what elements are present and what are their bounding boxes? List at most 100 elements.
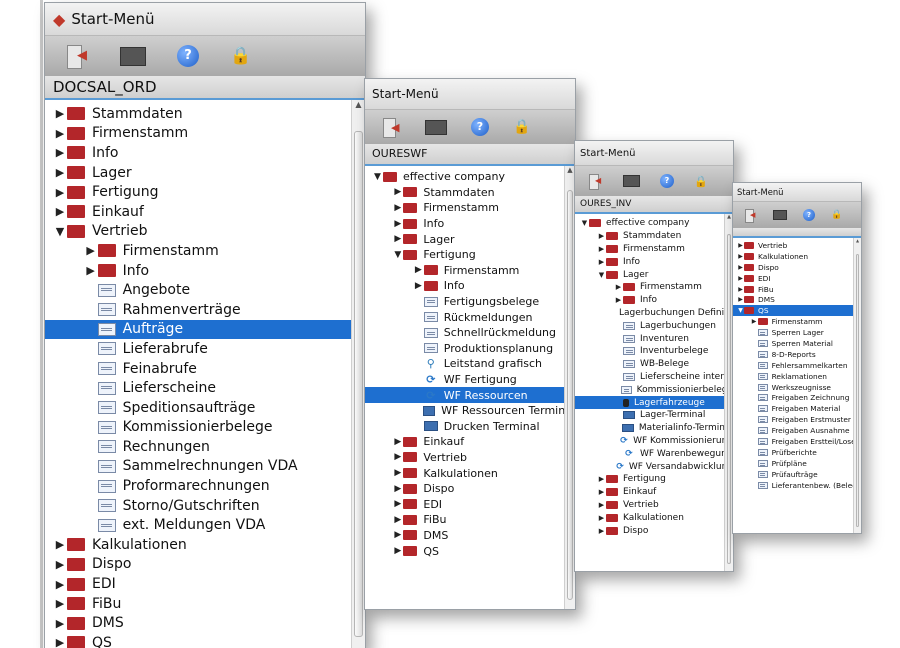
expand-right-arrow-icon[interactable]: ▶	[53, 636, 67, 648]
expand-right-arrow-icon[interactable]: ▶	[737, 275, 744, 282]
tree-item[interactable]: ▶ Dispo	[733, 262, 861, 273]
expand-right-arrow-icon[interactable]: ▶	[614, 283, 623, 291]
expand-right-arrow-icon[interactable]: ▶	[392, 437, 403, 447]
expand-right-arrow-icon[interactable]: ▶	[737, 253, 744, 260]
tree-item[interactable]: ▶ Kalkulationen	[575, 511, 733, 524]
expand-right-arrow-icon[interactable]: ▶	[737, 296, 744, 303]
tree-item[interactable]: ▼ Vertrieb	[45, 222, 365, 242]
tree-item[interactable]: ▶ Stammdaten	[575, 230, 733, 243]
expand-right-arrow-icon[interactable]: ▶	[53, 127, 67, 140]
expand-right-arrow-icon[interactable]: ▶	[392, 452, 403, 462]
expand-right-arrow-icon[interactable]: ▶	[597, 258, 606, 266]
tree-item[interactable]: ▶ Dispo	[365, 481, 575, 497]
tree-item[interactable]: Feinabrufe	[45, 359, 365, 379]
scrollbar-thumb[interactable]	[354, 131, 363, 637]
tree-item[interactable]: Speditionsaufträge	[45, 398, 365, 418]
tree-item[interactable]: ▶ Vertrieb	[575, 499, 733, 512]
tree-item[interactable]: Fertigungsbelege	[365, 294, 575, 310]
tree-item[interactable]: Proformarechnungen	[45, 476, 365, 496]
expand-right-arrow-icon[interactable]: ▶	[53, 166, 67, 179]
expand-right-arrow-icon[interactable]: ▶	[597, 527, 606, 535]
tree-item[interactable]: ▶ Info	[575, 294, 733, 307]
tree-item[interactable]: ▶ Info	[575, 255, 733, 268]
help-icon[interactable]: ?	[177, 45, 199, 67]
expand-right-arrow-icon[interactable]: ▶	[53, 538, 67, 551]
tree-item[interactable]: ▶ Stammdaten	[365, 185, 575, 201]
tree-item[interactable]: Lieferscheine intern	[575, 371, 733, 384]
tree-item[interactable]: Lagerfahrzeuge	[575, 396, 733, 409]
expand-down-arrow-icon[interactable]: ▼	[737, 307, 744, 314]
tree-item[interactable]: ▶ Info	[45, 261, 365, 281]
lock-icon[interactable]: 🔒	[694, 175, 708, 188]
tree-item[interactable]: Lagerbuchungen	[575, 319, 733, 332]
expand-right-arrow-icon[interactable]: ▶	[53, 205, 67, 218]
tree-item[interactable]: ▶ Info	[365, 278, 575, 294]
tree-item[interactable]: ▶ Firmenstamm	[365, 200, 575, 216]
help-icon[interactable]: ?	[803, 209, 815, 221]
expand-right-arrow-icon[interactable]: ▶	[84, 264, 98, 277]
scroll-up-arrow-icon[interactable]: ▲	[854, 238, 861, 243]
tree-item[interactable]: 8-D-Reports	[733, 349, 861, 360]
vertical-scrollbar[interactable]: ▲	[351, 100, 365, 648]
tree-item[interactable]: ▶ FiBu	[365, 512, 575, 528]
tree-item[interactable]: ▶ Info	[45, 143, 365, 163]
expand-right-arrow-icon[interactable]: ▶	[597, 232, 606, 240]
tree-item[interactable]: Aufträge	[45, 319, 365, 340]
tree-item[interactable]: ▶ Einkauf	[365, 434, 575, 450]
tree-item[interactable]: Sammelrechnungen VDA	[45, 457, 365, 477]
tree-item[interactable]: WB-Belege	[575, 358, 733, 371]
tree-item[interactable]: ▼ effective company	[575, 217, 733, 230]
tree-item[interactable]: Rückmeldungen	[365, 309, 575, 325]
tree-item[interactable]: ▶ Vertrieb	[365, 450, 575, 466]
tree-item[interactable]: ▶ EDI	[45, 574, 365, 594]
tree-item[interactable]: ext. Meldungen VDA	[45, 515, 365, 535]
expand-right-arrow-icon[interactable]: ▶	[53, 186, 67, 199]
window-titlebar[interactable]: Start-Menü	[575, 141, 733, 166]
lock-icon[interactable]: 🔒	[513, 119, 530, 135]
tree-item[interactable]: WF Ressourcen Terminal	[365, 403, 575, 419]
tree-item[interactable]: ⟳ WF Versandabwicklung	[575, 460, 733, 473]
tree-item[interactable]: Drucken Terminal	[365, 419, 575, 435]
tree-item[interactable]: Freigaben Zeichnung	[733, 392, 861, 403]
scrollbar-thumb[interactable]	[567, 190, 573, 600]
tree-item[interactable]: Storno/Gutschriften	[45, 496, 365, 516]
expand-right-arrow-icon[interactable]: ▶	[53, 107, 67, 120]
tree-item[interactable]: Fehlersammelkarten	[733, 360, 861, 371]
tree-item[interactable]: ▶ Firmenstamm	[45, 124, 365, 144]
window-titlebar[interactable]: Start-Menü	[365, 79, 575, 110]
tree-item[interactable]: ▼ Fertigung	[365, 247, 575, 263]
tree-item[interactable]: ▶ Firmenstamm	[733, 316, 861, 327]
vertical-scrollbar[interactable]: ▲	[853, 238, 861, 533]
tree-item[interactable]: Lieferabrufe	[45, 339, 365, 359]
tree-item[interactable]: ▶ Stammdaten	[45, 104, 365, 124]
expand-right-arrow-icon[interactable]: ▶	[737, 242, 744, 249]
tree-item[interactable]: ▶ FiBu	[45, 594, 365, 614]
tree-item[interactable]: ⚲ Leitstand grafisch	[365, 356, 575, 372]
tree-item[interactable]: Rahmenverträge	[45, 300, 365, 320]
tree-item[interactable]: ▶ Dispo	[575, 524, 733, 537]
calculator-icon[interactable]	[425, 119, 447, 135]
expand-right-arrow-icon[interactable]: ▶	[392, 468, 403, 478]
scrollbar-thumb[interactable]	[727, 234, 731, 564]
tree-item[interactable]: ▶ Kalkulationen	[45, 535, 365, 555]
tree-item[interactable]: Inventurbelege	[575, 345, 733, 358]
expand-down-arrow-icon[interactable]: ▼	[53, 225, 67, 238]
tree-item[interactable]: Freigaben Erstmuster	[733, 414, 861, 425]
expand-right-arrow-icon[interactable]: ▶	[392, 484, 403, 494]
tree-item[interactable]: Sperren Lager	[733, 327, 861, 338]
tree-item[interactable]: Prüfpläne	[733, 458, 861, 469]
expand-right-arrow-icon[interactable]: ▶	[53, 146, 67, 159]
tree-item[interactable]: ⟳ WF Kommissionierung	[575, 435, 733, 448]
expand-right-arrow-icon[interactable]: ▶	[597, 501, 606, 509]
help-icon[interactable]: ?	[471, 118, 489, 136]
tree-item[interactable]: ▶ FiBu	[733, 284, 861, 295]
tree-item[interactable]: Lieferantenbew. (Beleg)	[733, 480, 861, 491]
tree-item[interactable]: ▶ QS	[45, 633, 365, 648]
tree-item[interactable]: ▶ Einkauf	[575, 486, 733, 499]
expand-right-arrow-icon[interactable]: ▶	[84, 244, 98, 257]
tree-item[interactable]: ▶ Firmenstamm	[575, 243, 733, 256]
tree-item[interactable]: ▼ QS	[733, 305, 861, 317]
expand-right-arrow-icon[interactable]: ▶	[597, 514, 606, 522]
tree-item[interactable]: ▶ Vertrieb	[733, 240, 861, 251]
expand-right-arrow-icon[interactable]: ▶	[392, 203, 403, 213]
